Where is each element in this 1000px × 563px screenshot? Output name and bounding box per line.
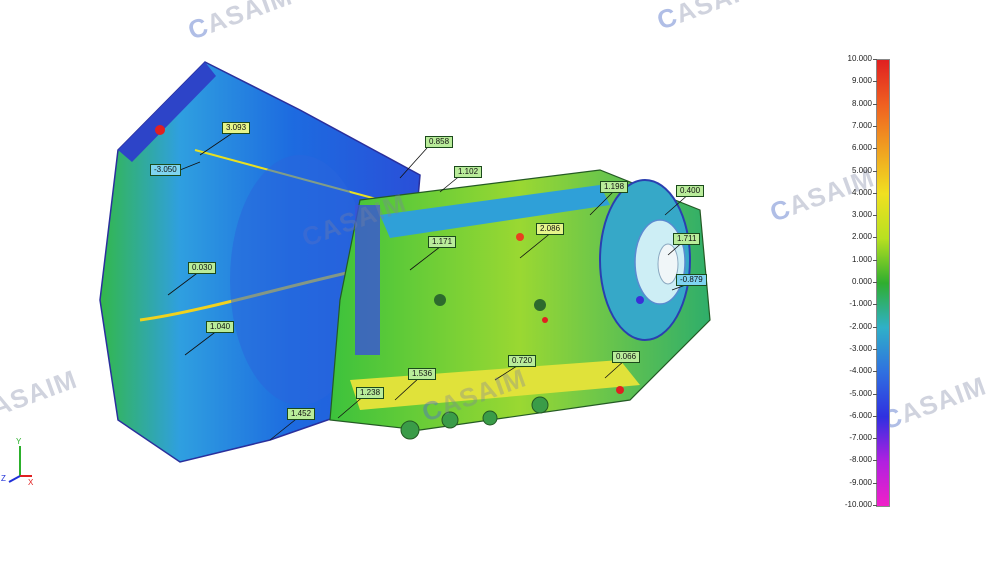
axis-label-x: X: [28, 478, 34, 486]
cold-spot: [636, 296, 644, 304]
deviation-color-scale: [876, 59, 890, 507]
mount-boss: [482, 410, 498, 426]
legend-tick-mark: [873, 460, 877, 462]
mount-boss: [434, 294, 446, 306]
legend-tick-label: -9.000: [849, 477, 872, 487]
legend-tick-label: 2.000: [851, 232, 872, 242]
legend-tick-label: -4.000: [849, 366, 872, 376]
callout-label[interactable]: 3.093: [222, 122, 251, 134]
legend-tick-mark: [873, 282, 877, 283]
callout-label[interactable]: 0.858: [425, 136, 454, 148]
callout-label[interactable]: 1.198: [600, 181, 629, 193]
legend-tick-mark: [873, 393, 877, 395]
legend-tick-label: 10.000: [847, 54, 872, 63]
callout-label[interactable]: 1.238: [356, 387, 385, 399]
legend-tick-mark: [873, 482, 877, 484]
axis-label-z: Z: [1, 474, 6, 483]
legend-tick-mark: [873, 192, 877, 194]
legend-tick-label: 3.000: [851, 210, 872, 220]
hot-spot: [155, 125, 165, 135]
legend-tick-mark: [873, 125, 877, 127]
legend-tick-label: 1.000: [851, 254, 872, 264]
legend-tick-mark: [873, 59, 877, 60]
legend-tick-label: 0.000: [851, 277, 872, 286]
output-shaft: [657, 243, 679, 285]
callout-label[interactable]: 0.030: [188, 262, 217, 274]
legend-tick-label: -5.000: [849, 388, 872, 398]
legend-tick-mark: [873, 81, 877, 83]
legend-tick-mark: [873, 237, 877, 239]
callout-label[interactable]: 1.711: [673, 233, 701, 245]
legend-tick-label: -6.000: [849, 410, 872, 420]
legend-tick-mark: [873, 348, 877, 350]
legend-tick-label: 4.000: [851, 187, 872, 197]
legend-tick-label: 9.000: [851, 76, 872, 86]
legend-tick-mark: [873, 371, 877, 373]
mount-boss: [400, 420, 420, 440]
legend-tick-mark: [873, 103, 877, 105]
callout-label[interactable]: -0.879: [676, 274, 707, 286]
legend-tick-mark: [873, 259, 877, 261]
callout-label[interactable]: -3.050: [150, 164, 181, 176]
legend-tick-label: -8.000: [849, 455, 872, 465]
hot-spot: [542, 317, 548, 323]
callout-label[interactable]: 1.040: [206, 321, 235, 333]
callout-label[interactable]: 1.536: [408, 368, 437, 380]
legend-tick-mark: [873, 215, 877, 217]
callout-label[interactable]: 0.400: [676, 185, 705, 197]
callout-label[interactable]: 1.452: [287, 408, 316, 420]
callout-label[interactable]: 1.171: [428, 236, 457, 248]
legend-tick-label: -10.000: [844, 500, 872, 509]
legend-tick-mark: [873, 148, 877, 150]
axis-label-y: Y: [16, 437, 22, 446]
legend-tick-label: 8.000: [851, 98, 872, 108]
legend-tick-mark: [873, 304, 877, 306]
legend-tick-label: 7.000: [851, 120, 872, 130]
legend-tick-mark: [873, 505, 877, 506]
callout-label[interactable]: 0.066: [612, 351, 641, 363]
legend-tick-label: 5.000: [851, 165, 872, 175]
legend-tick-label: -3.000: [849, 343, 872, 353]
hot-spot: [516, 233, 524, 241]
legend-tick-mark: [873, 438, 877, 440]
hot-spot: [616, 386, 624, 394]
mount-boss: [531, 396, 549, 414]
legend-tick-label: -7.000: [849, 433, 872, 443]
callout-label[interactable]: 1.102: [454, 166, 483, 178]
callout-label[interactable]: 2.086: [536, 223, 565, 235]
axis-triad-icon: Y X Z: [1, 437, 34, 486]
legend-tick-mark: [873, 170, 877, 172]
legend-tick-mark: [873, 415, 877, 417]
mount-boss: [534, 299, 546, 311]
legend-tick-mark: [873, 326, 877, 328]
legend-tick-label: 6.000: [851, 143, 872, 153]
legend-tick-label: -2.000: [849, 321, 872, 331]
deviation-viewport[interactable]: 3.093 -3.050 0.858 1.102 1.198 0.400 1.1…: [0, 0, 1000, 563]
legend-tick-label: -1.000: [849, 299, 872, 309]
